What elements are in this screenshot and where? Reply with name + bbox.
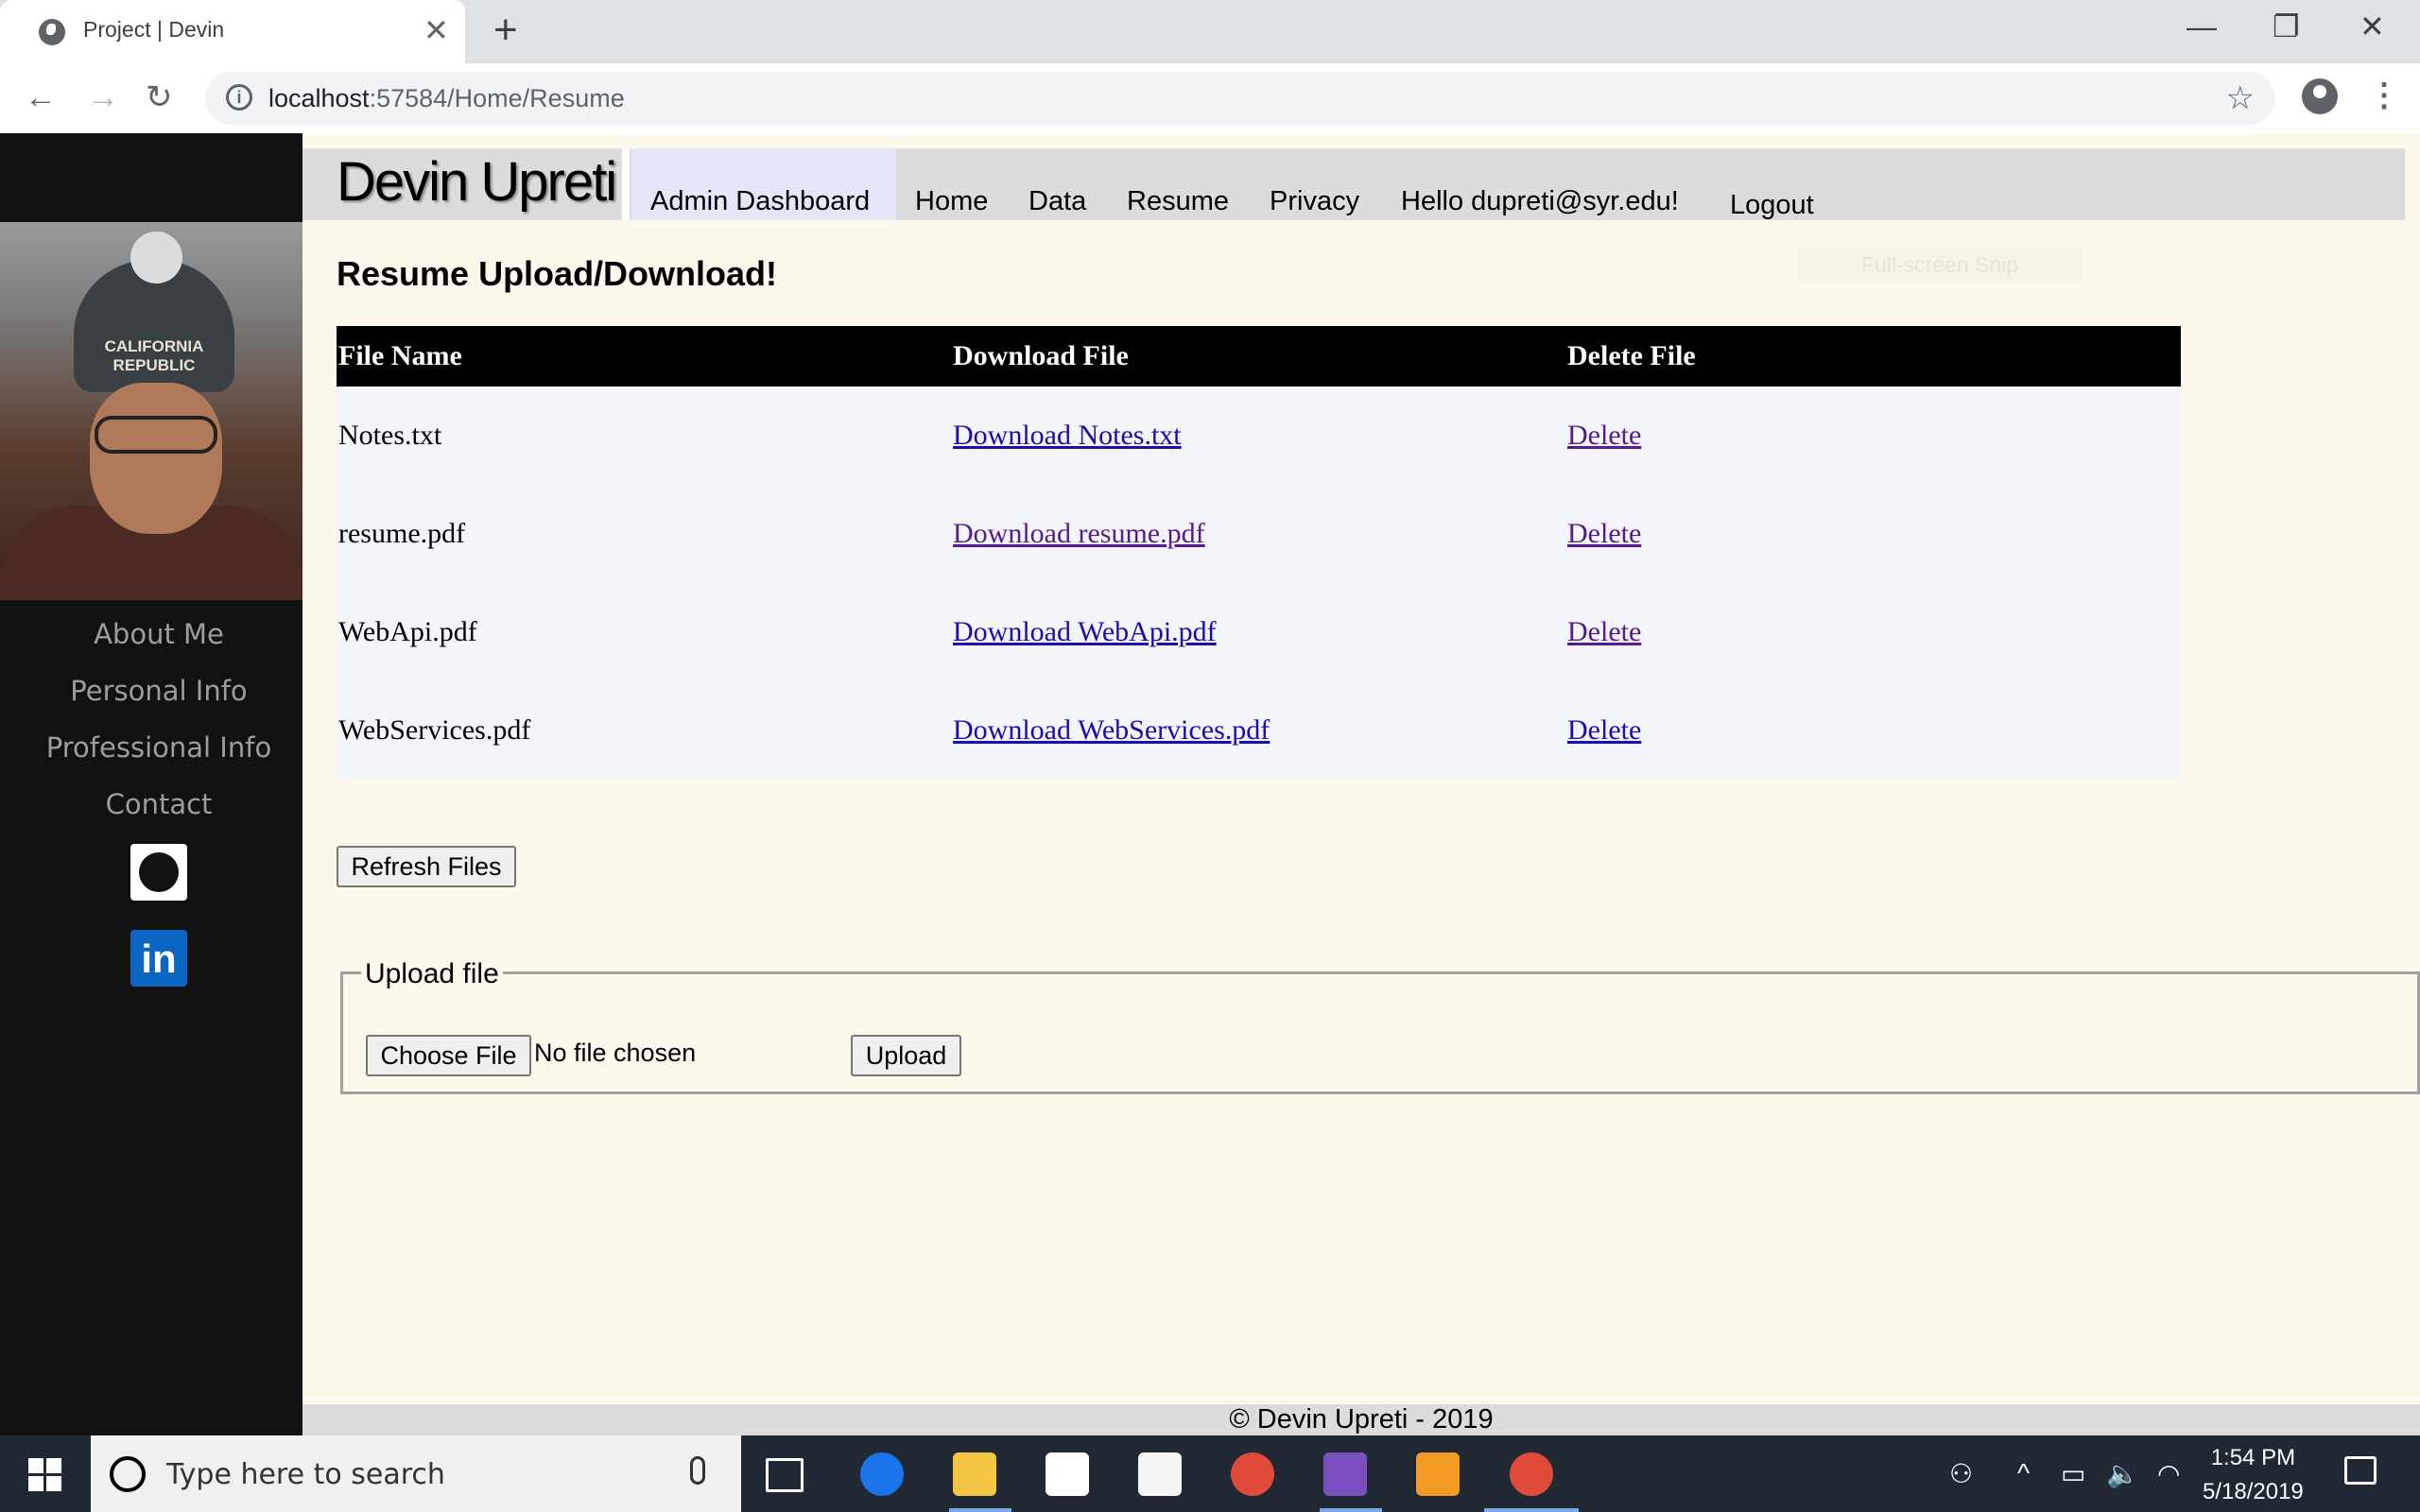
sidebar-link-about-me[interactable]: About Me bbox=[0, 618, 318, 650]
sidebar-link-personal-info[interactable]: Personal Info bbox=[0, 675, 318, 707]
taskbar-clock[interactable]: 1:54 PM 5/18/2019 bbox=[2203, 1441, 2304, 1509]
file-name-cell: WebServices.pdf bbox=[337, 681, 951, 780]
delete-link[interactable]: Delete bbox=[1567, 420, 1641, 451]
taskbar-search-placeholder[interactable]: Type here to search bbox=[166, 1458, 445, 1491]
new-tab-button[interactable]: + bbox=[493, 8, 518, 53]
minimize-button[interactable]: — bbox=[2187, 8, 2217, 45]
file-explorer-icon[interactable] bbox=[953, 1452, 996, 1496]
file-name-cell: WebApi.pdf bbox=[337, 583, 951, 681]
address-bar[interactable]: i localhost:57584/Home/Resume ☆ bbox=[205, 72, 2275, 125]
windows-start-icon[interactable] bbox=[28, 1458, 62, 1492]
tab-title: Project | Devin bbox=[83, 17, 225, 42]
url-text[interactable]: localhost:57584/Home/Resume bbox=[268, 84, 625, 113]
bookmark-star-icon[interactable]: ☆ bbox=[2226, 79, 2255, 117]
restore-button[interactable]: ❐ bbox=[2273, 8, 2300, 45]
table-row: resume.pdf Download resume.pdf Delete bbox=[337, 485, 2181, 583]
browser-tab[interactable]: Project | Devin ✕ bbox=[0, 0, 465, 63]
page-title: Resume Upload/Download! bbox=[337, 254, 778, 293]
back-button[interactable]: ← bbox=[25, 77, 57, 118]
microphone-icon[interactable] bbox=[690, 1456, 705, 1485]
task-view-icon[interactable] bbox=[766, 1458, 804, 1492]
profile-icon[interactable] bbox=[2302, 78, 2338, 114]
browser-tab-strip: Project | Devin ✕ + — ❐ ✕ bbox=[0, 0, 2420, 63]
globe-icon bbox=[39, 19, 65, 45]
clock-date: 5/18/2019 bbox=[2203, 1479, 2304, 1504]
refresh-files-button[interactable]: Refresh Files bbox=[337, 846, 516, 887]
battery-icon[interactable]: ▭ bbox=[2061, 1458, 2085, 1489]
upload-legend: Upload file bbox=[361, 958, 503, 990]
linkedin-icon[interactable]: in bbox=[130, 930, 187, 987]
edge-icon[interactable] bbox=[860, 1452, 904, 1496]
forward-button[interactable]: → bbox=[87, 77, 119, 118]
visual-studio-icon[interactable] bbox=[1323, 1452, 1367, 1496]
taskbar-search[interactable]: Type here to search bbox=[91, 1435, 741, 1512]
download-link[interactable]: Download Notes.txt bbox=[953, 420, 1182, 451]
close-tab-icon[interactable]: ✕ bbox=[424, 11, 449, 49]
browser-toolbar: ← → ↻ i localhost:57584/Home/Resume ☆ ⋮ bbox=[0, 63, 2420, 133]
download-link[interactable]: Download WebApi.pdf bbox=[953, 616, 1217, 647]
site-header: Devin Upreti Admin Dashboard Home Data R… bbox=[302, 148, 2405, 220]
volume-muted-icon[interactable]: 🔈 bbox=[2106, 1458, 2139, 1489]
delete-link[interactable]: Delete bbox=[1567, 714, 1641, 746]
store-icon[interactable] bbox=[1046, 1452, 1089, 1496]
file-name-cell: resume.pdf bbox=[337, 485, 951, 583]
action-center-icon[interactable] bbox=[2344, 1456, 2377, 1485]
upload-button[interactable]: Upload bbox=[851, 1035, 961, 1076]
nav-admin-dashboard[interactable]: Admin Dashboard bbox=[650, 186, 870, 217]
table-row: Notes.txt Download Notes.txt Delete bbox=[337, 387, 2181, 485]
profile-photo: CALIFORNIA REPUBLIC bbox=[0, 222, 302, 600]
nav-resume[interactable]: Resume bbox=[1127, 186, 1229, 217]
chrome-active-icon[interactable] bbox=[1510, 1452, 1553, 1496]
snip-overlay-ghost: Full-screen Snip bbox=[1798, 247, 2082, 283]
nav-user-greeting[interactable]: Hello dupreti@syr.edu! bbox=[1401, 186, 1679, 217]
nav-logout[interactable]: Logout bbox=[1730, 190, 1814, 221]
sidebar: CALIFORNIA REPUBLIC About Me Personal In… bbox=[0, 133, 302, 1435]
browser-menu-icon[interactable]: ⋮ bbox=[2368, 77, 2400, 114]
table-row: WebApi.pdf Download WebApi.pdf Delete bbox=[337, 583, 2181, 681]
nav-privacy[interactable]: Privacy bbox=[1270, 186, 1359, 217]
show-hidden-icons-chevron[interactable]: ^ bbox=[2017, 1458, 2030, 1488]
column-header-file-name: File Name bbox=[337, 326, 951, 387]
nav-home[interactable]: Home bbox=[915, 186, 988, 217]
delete-link[interactable]: Delete bbox=[1567, 616, 1641, 647]
download-link[interactable]: Download WebServices.pdf bbox=[953, 714, 1270, 746]
reload-button[interactable]: ↻ bbox=[146, 77, 173, 118]
upload-fieldset bbox=[340, 971, 2420, 1094]
mail-icon[interactable] bbox=[1138, 1452, 1182, 1496]
chrome-icon[interactable] bbox=[1231, 1452, 1274, 1496]
files-table: File Name Download File Delete File Note… bbox=[337, 326, 2181, 780]
file-name-cell: Notes.txt bbox=[337, 387, 951, 485]
windows-taskbar: Type here to search ⚇ ^ ▭ 🔈 ◠ 1:54 PM 5/… bbox=[0, 1435, 2420, 1512]
wifi-icon[interactable]: ◠ bbox=[2157, 1458, 2180, 1489]
delete-link[interactable]: Delete bbox=[1567, 518, 1641, 549]
table-row: WebServices.pdf Download WebServices.pdf… bbox=[337, 681, 2181, 780]
close-window-button[interactable]: ✕ bbox=[2360, 8, 2385, 45]
cortana-icon[interactable] bbox=[110, 1456, 146, 1492]
column-header-delete: Delete File bbox=[1565, 326, 2181, 387]
clock-time: 1:54 PM bbox=[2210, 1445, 2296, 1470]
sidebar-link-contact[interactable]: Contact bbox=[0, 788, 318, 820]
nav-data[interactable]: Data bbox=[1028, 186, 1086, 217]
table-header-row: File Name Download File Delete File bbox=[337, 326, 2181, 387]
brand-divider bbox=[622, 148, 630, 220]
site-footer: © Devin Upreti - 2019 bbox=[302, 1404, 2420, 1435]
column-header-download: Download File bbox=[951, 326, 1565, 387]
people-icon[interactable]: ⚇ bbox=[1949, 1458, 1973, 1489]
download-link[interactable]: Download resume.pdf bbox=[953, 518, 1205, 549]
sidebar-link-professional-info[interactable]: Professional Info bbox=[0, 731, 318, 764]
no-file-chosen-text: No file chosen bbox=[534, 1039, 697, 1067]
info-icon[interactable]: i bbox=[226, 84, 252, 111]
github-icon[interactable] bbox=[130, 844, 187, 901]
sublime-text-icon[interactable] bbox=[1416, 1452, 1460, 1496]
site-brand[interactable]: Devin Upreti bbox=[337, 150, 617, 214]
choose-file-button[interactable]: Choose File bbox=[366, 1035, 531, 1076]
beanie: CALIFORNIA REPUBLIC bbox=[74, 232, 234, 392]
